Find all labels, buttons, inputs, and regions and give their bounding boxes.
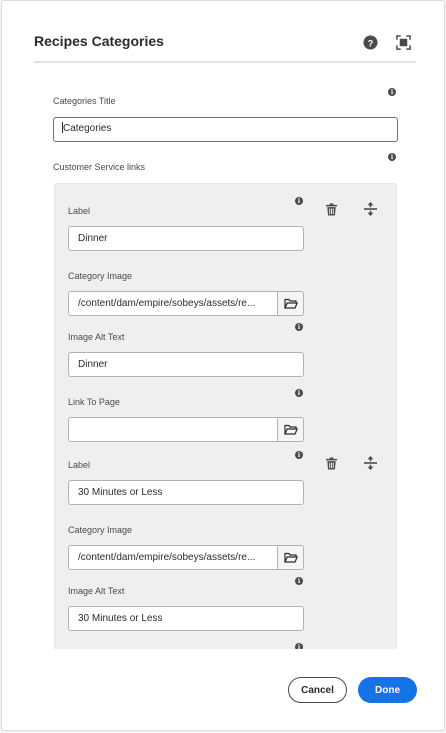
dialog: Recipes Categories ? Categories Title i …: [1, 0, 445, 731]
categories-title-label: Categories Title: [53, 96, 116, 106]
help-icon[interactable]: ?: [362, 34, 378, 50]
svg-text:?: ?: [367, 38, 373, 48]
fullscreen-icon[interactable]: [395, 34, 411, 50]
category-image-label: Category Image: [68, 525, 133, 535]
link-to-page-input[interactable]: [68, 417, 278, 442]
dialog-title: Recipes Categories: [34, 33, 164, 49]
customer-service-links-label: Customer Service links: [53, 162, 146, 172]
info-icon[interactable]: i: [295, 389, 303, 397]
image-alt-text-label: Image Alt Text: [68, 586, 125, 596]
item-label-input[interactable]: 30 Minutes or Less: [68, 480, 304, 505]
info-icon[interactable]: i: [388, 88, 396, 96]
delete-icon[interactable]: [323, 201, 339, 217]
info-icon[interactable]: i: [295, 643, 303, 649]
customer-service-links-multifield: Label i Dinner Category Image /content/d…: [54, 183, 397, 649]
cancel-button[interactable]: Cancel: [288, 677, 347, 703]
category-image-input[interactable]: /content/dam/empire/sobeys/assets/re...: [68, 291, 278, 316]
folder-icon[interactable]: [278, 545, 304, 570]
image-alt-text-label: Image Alt Text: [68, 332, 125, 342]
dialog-content[interactable]: Categories Title i Categories Customer S…: [34, 63, 416, 649]
delete-icon[interactable]: [323, 455, 339, 471]
info-icon[interactable]: i: [295, 577, 303, 585]
item-label-input[interactable]: Dinner: [68, 226, 304, 251]
info-icon[interactable]: i: [295, 197, 303, 205]
info-icon[interactable]: i: [295, 323, 303, 331]
reorder-handle-icon[interactable]: [362, 201, 378, 217]
folder-icon[interactable]: [278, 291, 304, 316]
category-image-input[interactable]: /content/dam/empire/sobeys/assets/re...: [68, 545, 278, 570]
category-image-label: Category Image: [68, 271, 133, 281]
image-alt-text-input[interactable]: 30 Minutes or Less: [68, 606, 304, 631]
info-icon[interactable]: i: [295, 451, 303, 459]
categories-title-input[interactable]: Categories: [53, 117, 398, 142]
link-to-page-label: Link To Page: [68, 397, 120, 407]
reorder-handle-icon[interactable]: [362, 455, 378, 471]
image-alt-text-input[interactable]: Dinner: [68, 352, 304, 377]
folder-icon[interactable]: [278, 417, 304, 442]
info-icon[interactable]: i: [388, 153, 396, 161]
done-button[interactable]: Done: [358, 677, 417, 703]
item-label-label: Label: [68, 206, 91, 216]
item-label-label: Label: [68, 460, 91, 470]
categories-title-value: Categories: [63, 123, 112, 134]
